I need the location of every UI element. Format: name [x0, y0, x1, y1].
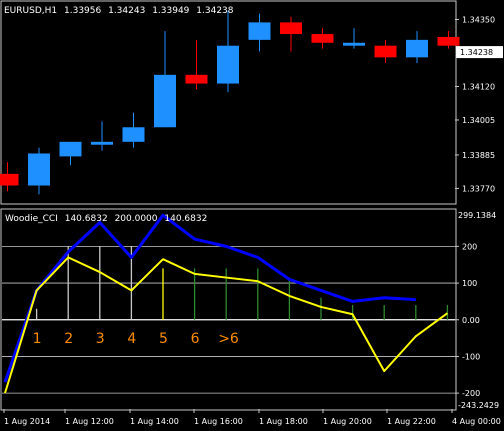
cci-tick-label: 100 — [462, 279, 477, 288]
time-tick-label: 4 Aug 00:00 — [452, 417, 501, 426]
count-label: >6 — [218, 331, 239, 347]
candle-body — [406, 39, 428, 58]
cci-min-label: -243.2429 — [458, 401, 499, 410]
price-tick-label: 1.34350 — [462, 15, 495, 24]
cci-tick-label: 200 — [462, 242, 477, 251]
time-tick-label: 1 Aug 18:00 — [259, 417, 308, 426]
time-tick-label: 1 Aug 20:00 — [323, 417, 372, 426]
candle-body — [122, 127, 145, 142]
candle-body — [28, 153, 50, 186]
time-tick-label: 1 Aug 22:00 — [387, 417, 436, 426]
time-tick-label: 1 Aug 2014 — [4, 417, 50, 426]
price-tick-label: 1.33885 — [462, 151, 495, 160]
chart-window[interactable]: 1 2 3 4 5 6 >6 1.34350 1.34120 1.34005 1.33885 1.3… — [0, 0, 504, 427]
indicator-panel-frame — [0, 208, 457, 411]
candle-body — [217, 45, 239, 84]
count-label: 6 — [191, 331, 200, 347]
candle-body — [185, 74, 208, 84]
main-symbol-label: EURUSD,H1 1.33956 1.34243 1.33949 1.3423… — [4, 6, 234, 16]
candle-body — [311, 34, 334, 43]
count-label: 1 — [33, 331, 42, 347]
candle-body — [437, 36, 460, 46]
candlestick-series — [0, 10, 460, 195]
price-tick-label: 1.34120 — [462, 82, 495, 91]
cci-line — [3, 213, 416, 383]
time-tick-label: 1 Aug 12:00 — [65, 417, 114, 426]
candle-body — [59, 141, 82, 157]
cci-level-lines — [2, 245, 455, 394]
cci-max-label: 299.1384 — [458, 211, 496, 220]
candle-body — [343, 42, 365, 46]
cci-tick-label: -200 — [462, 389, 480, 398]
time-tick-label: 1 Aug 14:00 — [130, 417, 179, 426]
count-label: 2 — [64, 331, 73, 347]
indicator-label: Woodie_CCI 140.6832 200.0000 140.6832 — [5, 214, 207, 224]
chart-canvas[interactable]: 1 2 3 4 5 6 >6 1.34350 1.34120 1.34005 1.33885 1.3… — [0, 0, 504, 427]
time-tick-label: 1 Aug 16:00 — [194, 417, 243, 426]
price-tick-label: 1.33770 — [462, 184, 495, 193]
count-label: 5 — [159, 331, 168, 347]
candle-body — [374, 45, 397, 58]
price-tick-label: 1.34005 — [462, 116, 495, 125]
candle-body — [248, 22, 271, 40]
candle-body — [280, 22, 302, 35]
cci-tick-label: -100 — [462, 352, 480, 361]
candle-body — [154, 74, 176, 128]
current-price-label: 1.34238 — [460, 48, 493, 57]
count-label: 3 — [96, 331, 105, 347]
candle-body — [91, 141, 113, 145]
candle-body — [0, 173, 19, 186]
tcci-line — [4, 256, 448, 394]
count-label: 4 — [127, 331, 136, 347]
cci-tick-label: 0.00 — [462, 316, 480, 325]
